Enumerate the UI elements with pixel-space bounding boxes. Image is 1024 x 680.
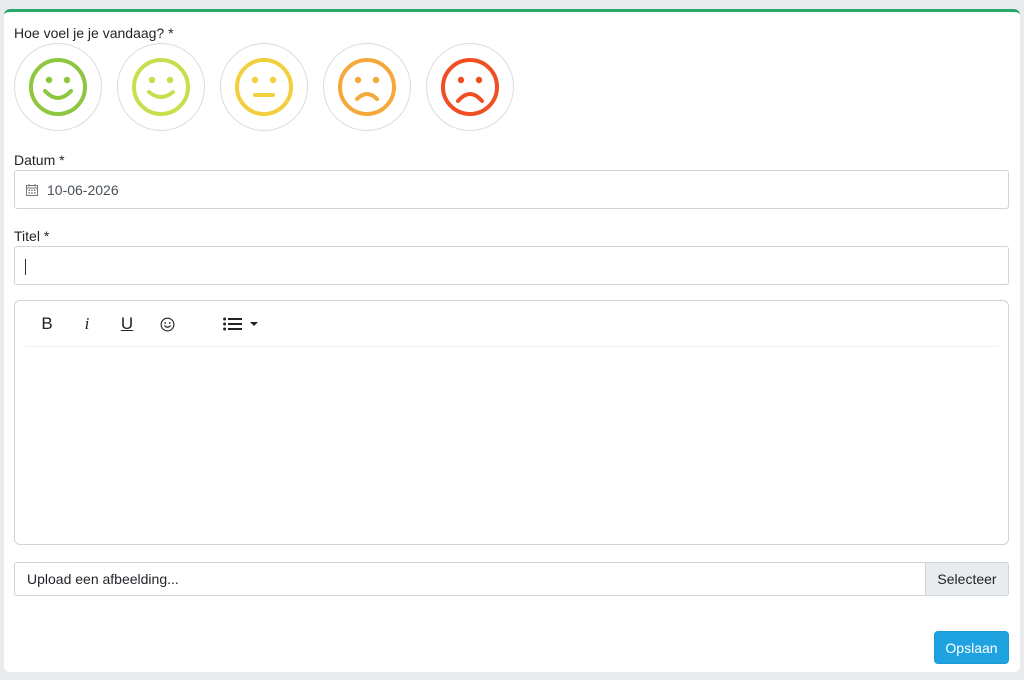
- mood-very-happy-button[interactable]: [14, 43, 102, 131]
- text-caret: [25, 259, 26, 275]
- select-file-button[interactable]: Selecteer: [925, 563, 1008, 595]
- sad-face-icon: [338, 58, 396, 116]
- title-input[interactable]: [14, 246, 1009, 285]
- mood-sad-button[interactable]: [323, 43, 411, 131]
- bullet-list-icon: [223, 317, 242, 331]
- date-label: Datum *: [14, 152, 65, 168]
- very-sad-face-icon: [441, 58, 499, 116]
- rich-text-editor: B i U: [14, 300, 1009, 545]
- mood-label: Hoe voel je je vandaag? *: [14, 25, 174, 41]
- italic-button[interactable]: i: [75, 313, 99, 335]
- list-dropdown-button[interactable]: [221, 313, 261, 335]
- journal-entry-card: Hoe voel je je vandaag? * Datum * 10-06-…: [4, 9, 1020, 672]
- very-happy-face-icon: [29, 58, 87, 116]
- emoji-button[interactable]: [155, 313, 179, 335]
- smiley-icon: [160, 317, 174, 331]
- save-button[interactable]: Opslaan: [934, 631, 1009, 664]
- date-input[interactable]: 10-06-2026: [14, 170, 1009, 209]
- underline-button[interactable]: U: [115, 313, 139, 335]
- editor-toolbar: B i U: [25, 301, 998, 347]
- neutral-face-icon: [235, 58, 293, 116]
- date-value: 10-06-2026: [47, 181, 119, 198]
- mood-neutral-button[interactable]: [220, 43, 308, 131]
- caret-down-icon: [250, 322, 258, 326]
- editor-content-area[interactable]: [15, 348, 1008, 544]
- upload-placeholder: Upload een afbeelding...: [27, 571, 179, 587]
- bold-button[interactable]: B: [35, 313, 59, 335]
- title-label: Titel *: [14, 228, 50, 244]
- mood-happy-button[interactable]: [117, 43, 205, 131]
- mood-very-sad-button[interactable]: [426, 43, 514, 131]
- image-upload-field[interactable]: Upload een afbeelding... Selecteer: [14, 562, 1009, 596]
- happy-face-icon: [132, 58, 190, 116]
- calendar-icon: [26, 183, 38, 196]
